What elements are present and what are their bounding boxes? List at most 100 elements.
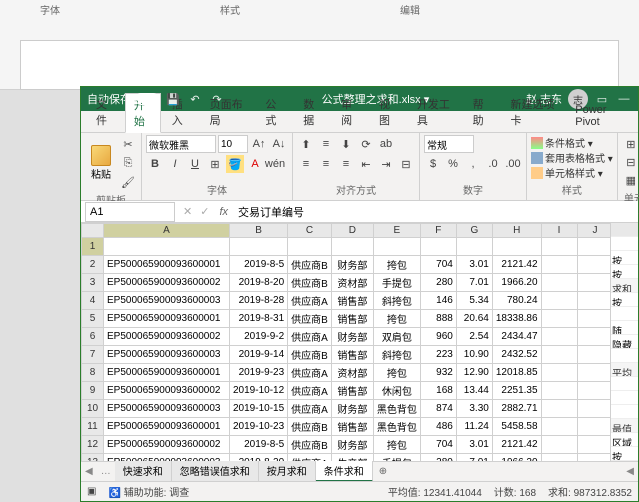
tab-公式[interactable]: 公式 — [256, 92, 292, 132]
cell[interactable]: 280 — [420, 274, 456, 292]
cell[interactable]: 2121.42 — [492, 256, 541, 274]
phonetic-button[interactable]: wén — [266, 155, 284, 173]
col-header-G[interactable]: G — [456, 224, 492, 238]
minimize-icon[interactable]: — — [616, 91, 632, 107]
cell[interactable]: 2019-9-23 — [230, 364, 288, 382]
cell[interactable]: 1966.20 — [492, 454, 541, 462]
cell[interactable]: EP500065900093600002 — [104, 328, 230, 346]
row-header-3[interactable]: 3 — [82, 274, 104, 292]
cell[interactable]: 5.34 — [456, 292, 492, 310]
sheet-tab-0[interactable]: 快速求和 — [115, 461, 172, 482]
table-format-button[interactable]: 套用表格格式 ▾ — [531, 150, 613, 165]
cell[interactable]: 手提包 — [373, 274, 420, 292]
font-size-select[interactable] — [218, 135, 248, 153]
cell[interactable]: 销售部 — [331, 310, 373, 328]
cell[interactable]: 12018.85 — [492, 364, 541, 382]
cell[interactable]: 2019-8-28 — [230, 292, 288, 310]
select-all-corner[interactable] — [82, 224, 104, 238]
percent-icon[interactable]: % — [444, 155, 462, 173]
right-col-header[interactable] — [611, 223, 638, 237]
row-header-9[interactable]: 9 — [82, 382, 104, 400]
tab-数据[interactable]: 数据 — [294, 92, 330, 132]
align-top-icon[interactable]: ⬆ — [297, 135, 315, 153]
cell[interactable]: 资材部 — [331, 274, 373, 292]
cell[interactable]: 2.54 — [456, 328, 492, 346]
merge-icon[interactable]: ⊟ — [397, 155, 415, 173]
conditional-format-button[interactable]: 条件格式 ▾ — [531, 135, 613, 150]
cell[interactable]: 932 — [420, 364, 456, 382]
cell[interactable]: 手提包 — [373, 454, 420, 462]
cell[interactable] — [577, 256, 613, 274]
number-format-select[interactable] — [424, 135, 474, 153]
cell[interactable]: 2019-9-2 — [230, 328, 288, 346]
cell[interactable] — [577, 436, 613, 454]
cell[interactable]: 2882.71 — [492, 400, 541, 418]
col-header-I[interactable]: I — [541, 224, 577, 238]
align-right-icon[interactable]: ≡ — [337, 155, 355, 173]
tab-开发工具[interactable]: 开发工具 — [408, 92, 462, 132]
cell[interactable] — [577, 310, 613, 328]
col-header-C[interactable]: C — [288, 224, 332, 238]
row-header-1[interactable]: 1 — [82, 238, 104, 256]
confirm-formula-icon[interactable]: ✓ — [196, 205, 213, 218]
cell[interactable]: 3.01 — [456, 256, 492, 274]
table-header-cell[interactable]: 工资 — [492, 238, 541, 256]
underline-button[interactable]: U — [186, 155, 204, 173]
row-header-10[interactable]: 10 — [82, 400, 104, 418]
cell[interactable]: 财务部 — [331, 436, 373, 454]
align-bottom-icon[interactable]: ⬇ — [337, 135, 355, 153]
cell[interactable]: 供应商A — [288, 292, 332, 310]
col-header-D[interactable]: D — [331, 224, 373, 238]
cell[interactable]: 2019-10-12 — [230, 382, 288, 400]
sheet-tab-2[interactable]: 按月求和 — [259, 461, 316, 482]
table-header-cell[interactable]: 数量 — [420, 238, 456, 256]
format-painter-icon[interactable]: 🖌 — [119, 173, 137, 191]
cell[interactable]: EP500065900093600003 — [104, 400, 230, 418]
cell[interactable]: 20.64 — [456, 310, 492, 328]
cell[interactable]: 3.01 — [456, 436, 492, 454]
cell[interactable] — [541, 328, 577, 346]
cell[interactable]: 供应商B — [288, 418, 332, 436]
record-macro-icon[interactable]: ▣ — [87, 486, 96, 497]
indent-right-icon[interactable]: ⇥ — [377, 155, 395, 173]
spreadsheet-grid[interactable]: ABCDEFGHIJ1交易订单编号订购日期供应商部门产品数量单价工资2EP500… — [81, 223, 614, 461]
row-header-8[interactable]: 8 — [82, 364, 104, 382]
undo-icon[interactable]: ↶ — [187, 91, 203, 107]
cell[interactable]: 2019-8-5 — [230, 256, 288, 274]
row-header-6[interactable]: 6 — [82, 328, 104, 346]
cell[interactable]: 7.01 — [456, 274, 492, 292]
cell[interactable] — [577, 418, 613, 436]
cell[interactable] — [541, 256, 577, 274]
cell[interactable]: 280 — [420, 454, 456, 462]
cell[interactable]: EP500065900093600003 — [104, 346, 230, 364]
cell[interactable]: 1966.20 — [492, 274, 541, 292]
scroll-left-icon[interactable]: ◀ — [622, 466, 638, 477]
comma-icon[interactable]: , — [464, 155, 482, 173]
cell[interactable]: 13.44 — [456, 382, 492, 400]
cell[interactable]: 874 — [420, 400, 456, 418]
cell[interactable]: 挎包 — [373, 436, 420, 454]
cell[interactable]: 12.90 — [456, 364, 492, 382]
cell[interactable]: 挎包 — [373, 364, 420, 382]
cell[interactable] — [541, 400, 577, 418]
cell[interactable]: 2019-10-23 — [230, 418, 288, 436]
decrease-font-icon[interactable]: A↓ — [270, 135, 288, 153]
tab-文件[interactable]: 文件 — [87, 92, 123, 132]
cell[interactable]: EP500065900093600001 — [104, 418, 230, 436]
name-box[interactable] — [85, 202, 175, 222]
cell[interactable]: 780.24 — [492, 292, 541, 310]
align-left-icon[interactable]: ≡ — [297, 155, 315, 173]
cell[interactable]: 黑色背包 — [373, 418, 420, 436]
cell[interactable]: 146 — [420, 292, 456, 310]
add-sheet-button[interactable]: ⊕ — [373, 466, 393, 477]
font-name-select[interactable] — [146, 135, 216, 153]
cell[interactable]: 供应商B — [288, 310, 332, 328]
row-header-13[interactable]: 13 — [82, 454, 104, 462]
cell[interactable]: 10.90 — [456, 346, 492, 364]
row-header-2[interactable]: 2 — [82, 256, 104, 274]
cell[interactable]: 2432.52 — [492, 346, 541, 364]
cell[interactable]: 供应商B — [288, 274, 332, 292]
cell[interactable]: EP500065900093600003 — [104, 454, 230, 462]
redo-icon[interactable]: ↷ — [209, 91, 225, 107]
cell[interactable]: 2019-8-20 — [230, 274, 288, 292]
